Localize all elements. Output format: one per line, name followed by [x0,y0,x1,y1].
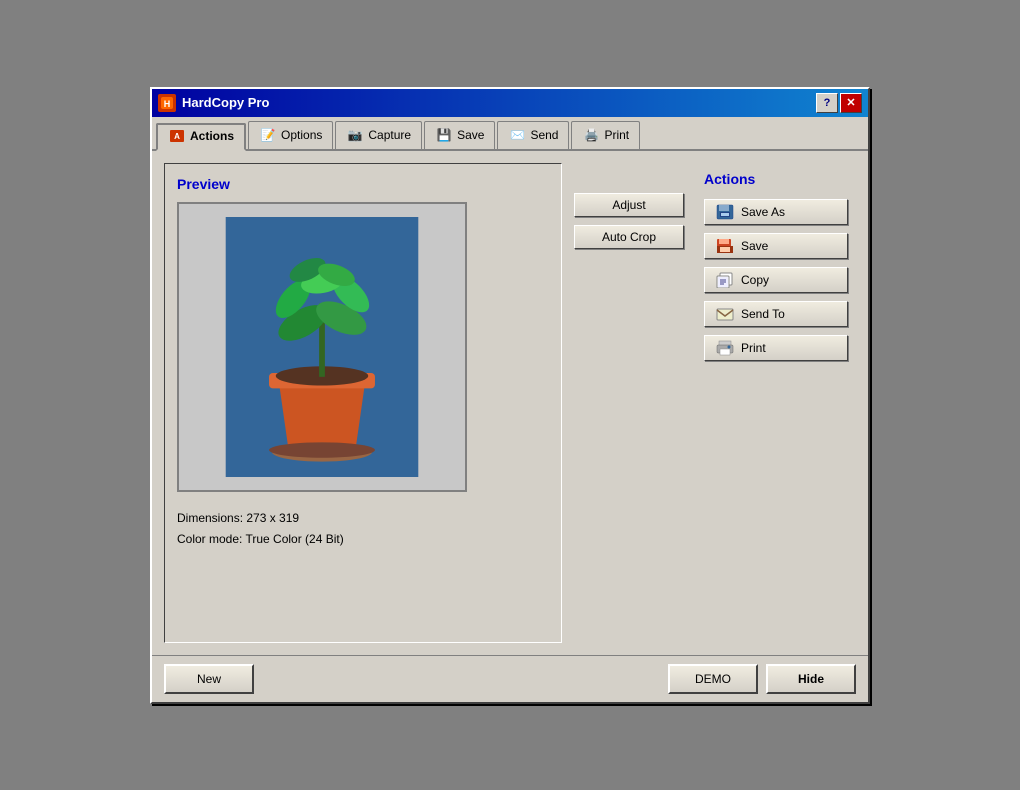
preview-title: Preview [177,176,549,192]
adjust-button[interactable]: Adjust [574,193,684,217]
copy-button[interactable]: Copy [704,267,848,293]
auto-crop-button[interactable]: Auto Crop [574,225,684,249]
hide-button[interactable]: Hide [766,664,856,694]
tab-send-label: Send [530,128,558,142]
titlebar: H HardCopy Pro ? ✕ [152,89,868,117]
demo-button[interactable]: DEMO [668,664,758,694]
tab-save[interactable]: 💾 Save [424,121,495,149]
titlebar-left: H HardCopy Pro [158,94,269,112]
tab-options-icon: 📝 [259,127,277,143]
save-button[interactable]: Save [704,233,848,259]
bottom-bar: New DEMO Hide [152,655,868,702]
tab-send[interactable]: ✉️ Send [497,121,569,149]
tab-actions-icon: A [168,128,186,144]
save-label: Save [741,239,768,253]
preview-panel: Preview [164,163,562,643]
send-to-icon [715,306,735,322]
tabbar: A Actions 📝 Options 📷 Capture 💾 Save ✉️ … [152,117,868,151]
save-icon [715,238,735,254]
copy-label: Copy [741,273,769,287]
tab-actions[interactable]: A Actions [156,123,246,151]
save-as-button[interactable]: Save As [704,199,848,225]
help-button[interactable]: ? [816,93,838,113]
copy-icon [715,272,735,288]
actions-panel: Actions Save As [696,163,856,643]
tab-actions-label: Actions [190,129,234,143]
actions-title: Actions [704,171,848,187]
tab-print[interactable]: 🖨️ Print [571,121,640,149]
send-to-label: Send To [741,307,785,321]
app-icon: H [158,94,176,112]
colormode-label: Color mode: True Color (24 Bit) [177,529,549,551]
image-preview [177,202,467,492]
bottom-right-buttons: DEMO Hide [668,664,856,694]
tab-save-label: Save [457,128,484,142]
tab-save-icon: 💾 [435,127,453,143]
image-info: Dimensions: 273 x 319 Color mode: True C… [177,508,549,551]
content-area: Preview [152,151,868,655]
mid-buttons: Adjust Auto Crop [574,163,684,643]
tab-options[interactable]: 📝 Options [248,121,333,149]
dimensions-label: Dimensions: 273 x 319 [177,508,549,530]
tab-capture[interactable]: 📷 Capture [335,121,422,149]
save-as-label: Save As [741,205,785,219]
action-buttons: Save As Save [704,199,848,361]
tab-capture-label: Capture [368,128,411,142]
tab-print-label: Print [604,128,629,142]
tab-print-icon: 🖨️ [582,127,600,143]
send-to-button[interactable]: Send To [704,301,848,327]
svg-text:A: A [174,132,180,141]
save-as-icon [715,204,735,220]
close-button[interactable]: ✕ [840,93,862,113]
main-window: H HardCopy Pro ? ✕ A Actions 📝 Options [150,87,870,704]
app-title: HardCopy Pro [182,95,269,110]
new-button[interactable]: New [164,664,254,694]
print-label: Print [741,341,766,355]
print-button[interactable]: Print [704,335,848,361]
tab-capture-icon: 📷 [346,127,364,143]
svg-text:H: H [164,99,171,109]
titlebar-buttons: ? ✕ [816,93,862,113]
print-icon [715,340,735,356]
tab-send-icon: ✉️ [508,127,526,143]
tab-options-label: Options [281,128,322,142]
